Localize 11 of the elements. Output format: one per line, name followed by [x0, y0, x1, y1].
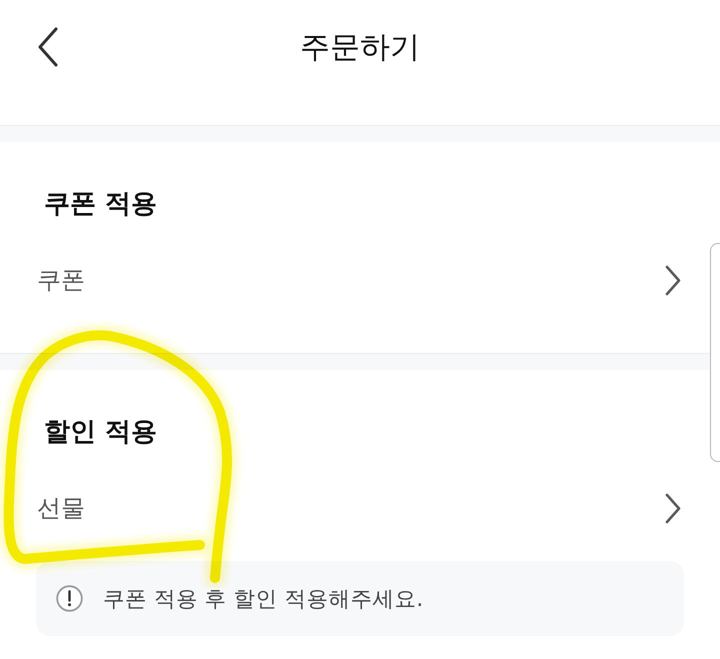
chevron-right-icon: [665, 492, 681, 524]
notice-text: 쿠폰 적용 후 할인 적용해주세요.: [103, 586, 424, 613]
menu-row[interactable]: 쿠폰: [36, 249, 684, 311]
chevron-right-icon: [665, 264, 681, 296]
exclamation-circle-icon: [56, 585, 83, 612]
chevron-left-icon: [37, 27, 59, 67]
menu-row[interactable]: 선물: [36, 477, 684, 539]
section-heading: 쿠폰 적용: [44, 188, 158, 221]
edge-panel-handle[interactable]: [710, 243, 720, 462]
page-title: 주문하기: [300, 28, 420, 66]
section-heading: 할인 적용: [44, 416, 158, 449]
